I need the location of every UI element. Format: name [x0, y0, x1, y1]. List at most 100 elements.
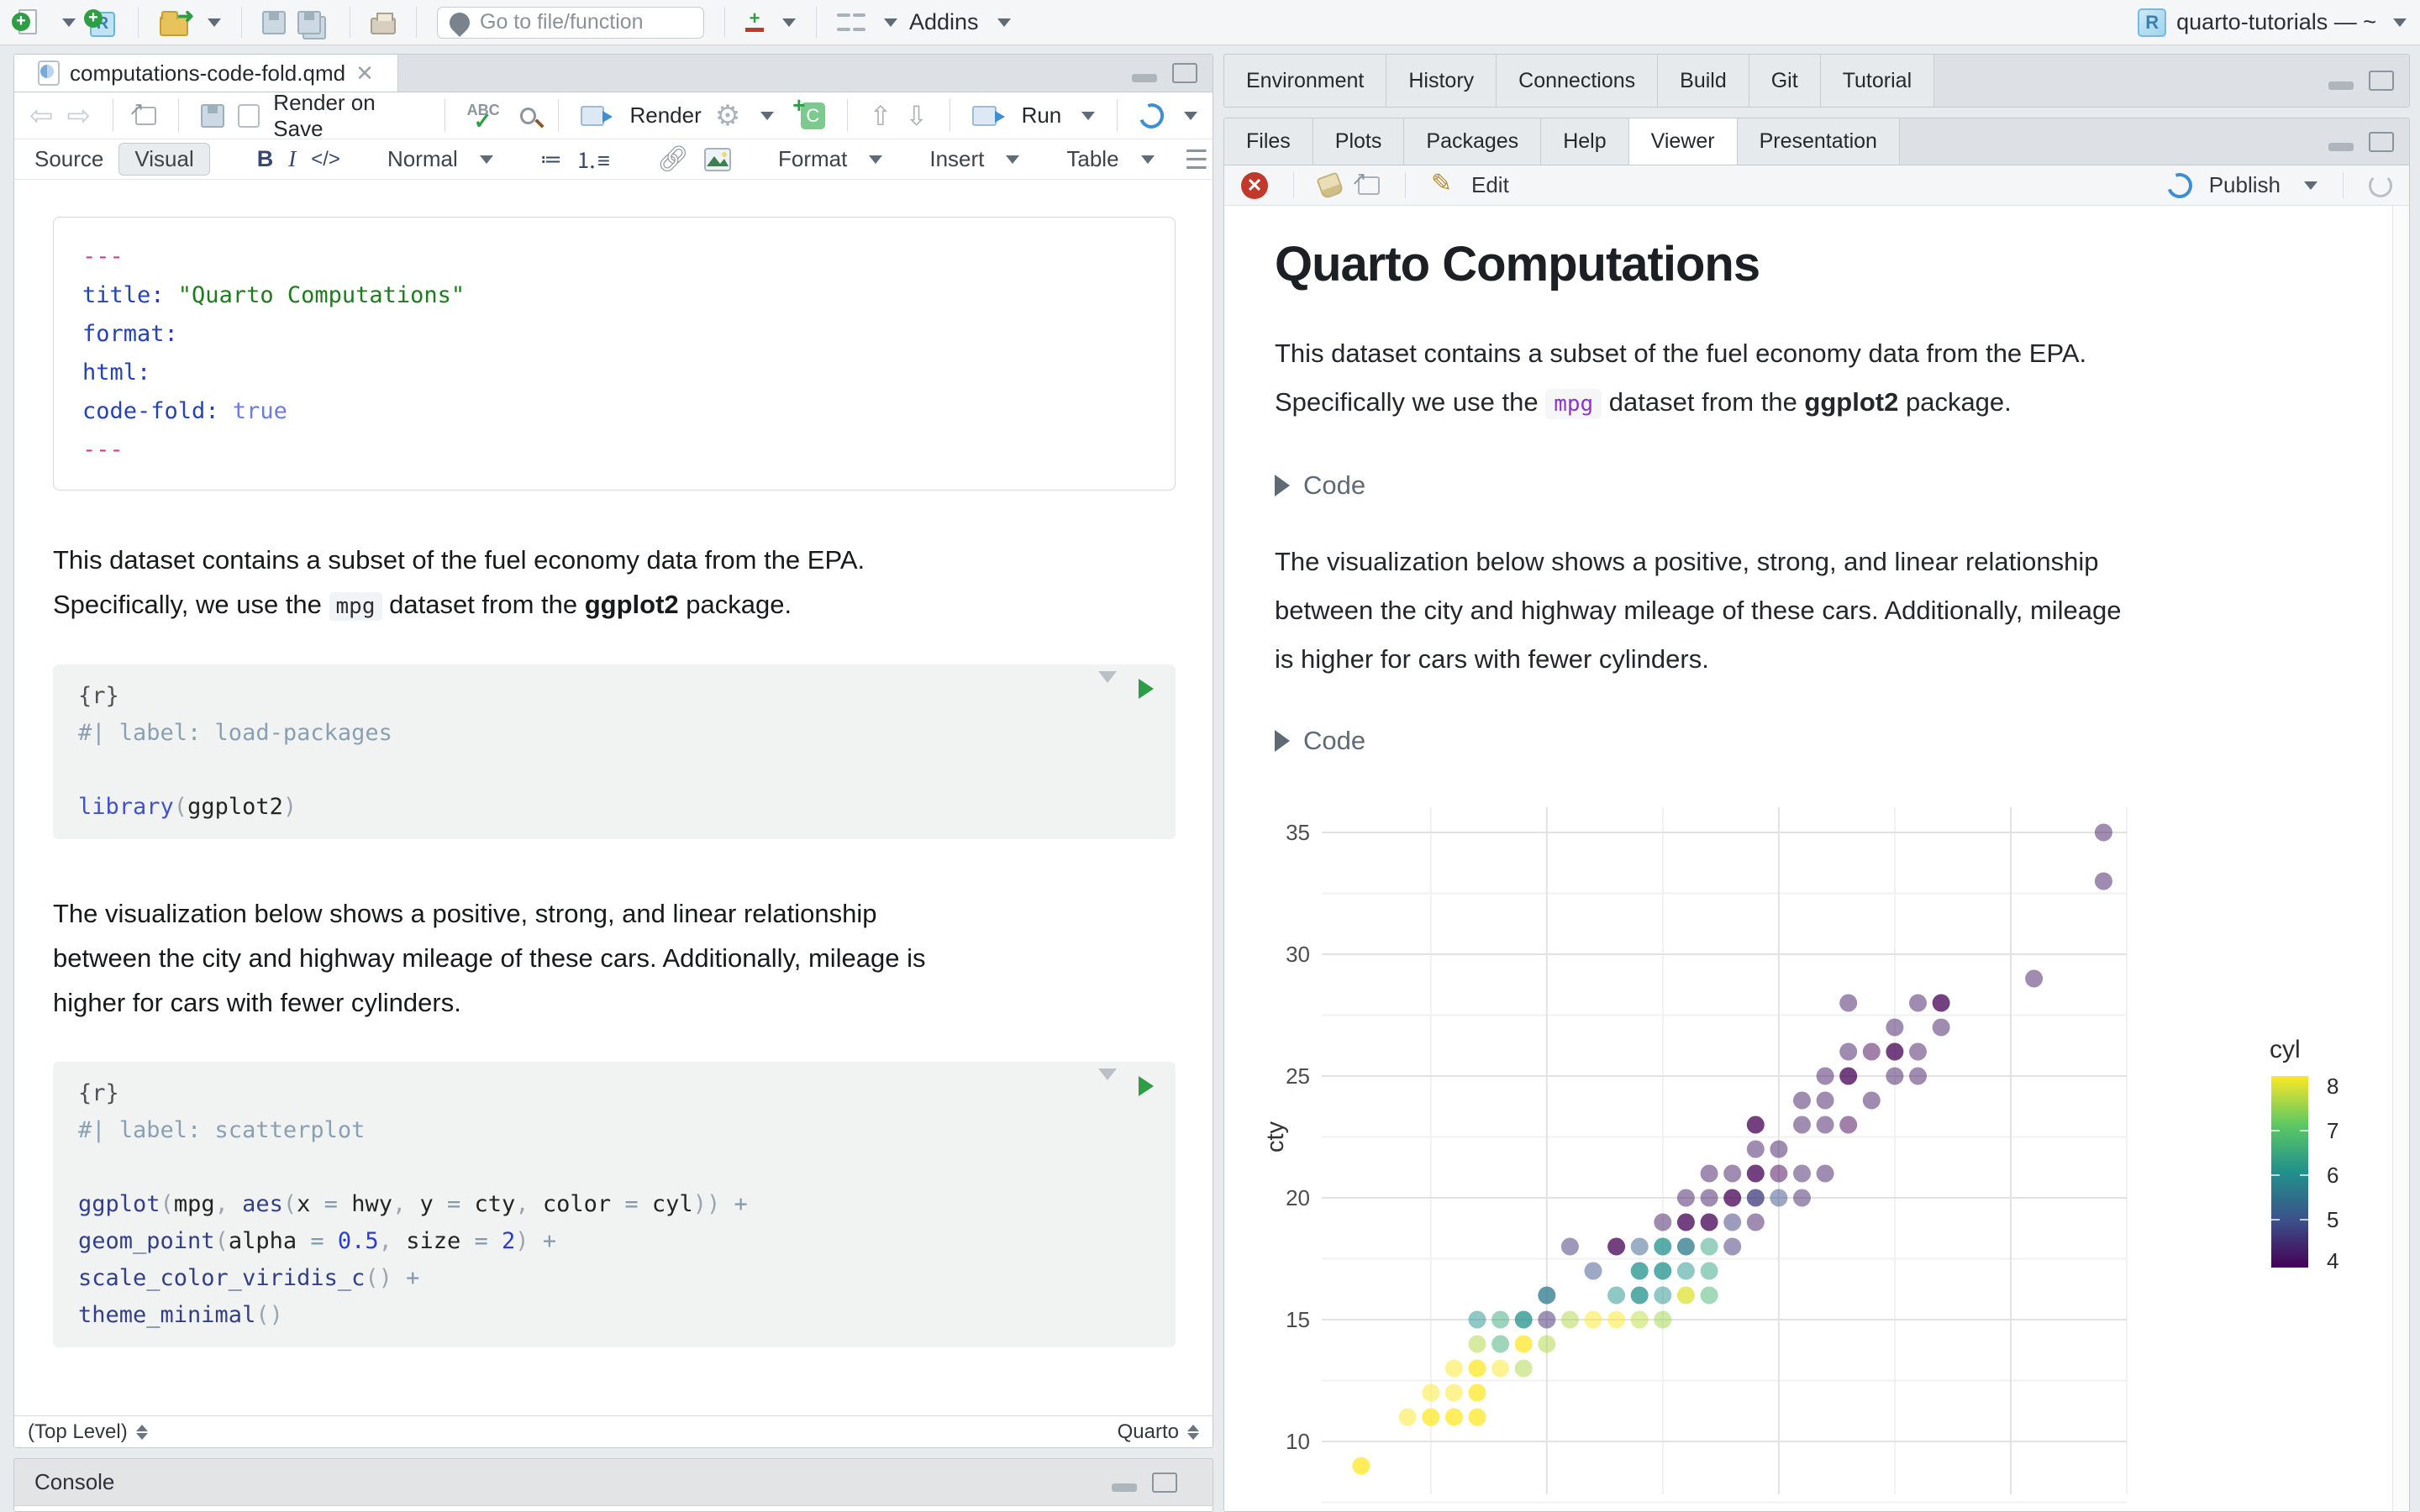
print-icon[interactable]	[371, 11, 396, 34]
render-on-save-checkbox[interactable]	[237, 103, 260, 128]
document-canvas[interactable]: --- title: "Quarto Computations" format: h…	[14, 180, 1213, 1415]
bullet-list-icon[interactable]: ≔	[540, 146, 562, 172]
console-header[interactable]: Console	[14, 1459, 1213, 1506]
new-file-icon[interactable]: +	[12, 8, 44, 38]
open-in-browser-icon[interactable]	[1351, 168, 1380, 195]
source-refresh-caret[interactable]	[1183, 111, 1197, 120]
tab-plots[interactable]: Plots	[1313, 118, 1405, 165]
run-chunks-above-icon[interactable]	[1098, 671, 1117, 709]
table-caret[interactable]	[1140, 155, 1155, 164]
minimize-pane-icon[interactable]	[2328, 142, 2354, 151]
open-file-icon[interactable]: ➜	[159, 5, 194, 38]
editor-tab[interactable]: computations-code-fold.qmd ✕	[14, 55, 398, 92]
popout-editor-icon[interactable]	[129, 98, 156, 125]
tab-git[interactable]: Git	[1749, 55, 1821, 107]
tab-presentation[interactable]: Presentation	[1737, 118, 1900, 165]
code-fold-1[interactable]: Code	[1275, 470, 2392, 501]
tab-history[interactable]: History	[1386, 55, 1497, 107]
goto-file-input[interactable]: Go to file/function	[437, 6, 704, 39]
code-chunk-scatterplot[interactable]: {r} #| label: scatterplot ggplot(mpg, aes…	[53, 1062, 1176, 1347]
outline-toggle-icon[interactable]: ☰	[1185, 144, 1209, 176]
addins-caret[interactable]	[997, 18, 1011, 27]
open-recent-dropdown-caret[interactable]	[208, 18, 221, 27]
tab-tutorial[interactable]: Tutorial	[1820, 55, 1935, 107]
run-caret[interactable]	[1081, 111, 1096, 120]
save-all-icon[interactable]	[297, 10, 321, 34]
paragraph-1[interactable]: This dataset contains a subset of the fu…	[53, 538, 1179, 629]
spellcheck-icon[interactable]: ABC	[467, 102, 507, 134]
code-chunk-load-packages[interactable]: {r} #| label: load-packages library(ggplo…	[53, 664, 1176, 839]
insert-chunk-icon[interactable]: C	[792, 92, 825, 129]
link-icon[interactable]: 🔗︎	[657, 144, 689, 174]
viewer-scrollbar[interactable]	[2392, 206, 2409, 1511]
source-mode-button[interactable]: Source	[34, 146, 103, 172]
tab-files[interactable]: Files	[1224, 118, 1313, 165]
tab-packages[interactable]: Packages	[1404, 118, 1542, 165]
insert-caret[interactable]	[1006, 155, 1020, 164]
run-next-icon[interactable]: ⇩	[905, 100, 928, 132]
table-menu[interactable]: Table	[1066, 146, 1118, 172]
back-icon[interactable]: ⇦	[29, 99, 54, 133]
save-doc-icon[interactable]	[200, 103, 224, 128]
stop-icon[interactable]: ✕	[1241, 171, 1268, 199]
vcs-dropdown-caret[interactable]	[782, 18, 796, 27]
maximize-console-icon[interactable]	[1152, 1472, 1177, 1493]
new-file-dropdown-caret[interactable]	[62, 18, 76, 27]
tab-connections[interactable]: Connections	[1497, 55, 1659, 107]
new-project-icon[interactable]: R +	[84, 8, 118, 38]
visual-mode-button[interactable]: Visual	[118, 143, 210, 176]
tab-build[interactable]: Build	[1658, 55, 1749, 107]
tab-help[interactable]: Help	[1541, 118, 1629, 165]
project-menu[interactable]: R quarto-tutorials — ~	[2138, 8, 2407, 37]
code-fold-2[interactable]: Code	[1275, 726, 2392, 756]
run-chunks-above-icon[interactable]	[1098, 1068, 1117, 1106]
clear-viewer-icon[interactable]	[1316, 171, 1344, 200]
close-tab-icon[interactable]: ✕	[355, 60, 374, 87]
paragraph-style-select[interactable]: Normal	[387, 146, 458, 172]
minimize-console-icon[interactable]	[1112, 1483, 1137, 1492]
paragraph-2[interactable]: The visualization below shows a positive…	[53, 891, 1179, 1025]
insert-menu[interactable]: Insert	[929, 146, 984, 172]
render-options-caret[interactable]	[760, 111, 775, 120]
pane-layout-caret[interactable]	[884, 18, 897, 27]
save-icon[interactable]	[262, 10, 286, 34]
bold-icon[interactable]: B	[257, 146, 274, 172]
edit-icon[interactable]	[1431, 169, 1455, 198]
source-refresh-icon[interactable]	[1135, 98, 1168, 133]
refresh-viewer-icon[interactable]	[2369, 173, 2392, 197]
publish-caret[interactable]	[2304, 181, 2317, 190]
data-point	[1491, 1335, 1510, 1353]
italic-icon[interactable]: I	[288, 146, 296, 172]
data-point	[1839, 1067, 1858, 1085]
paragraph-style-caret[interactable]	[479, 155, 493, 164]
vcs-diff-icon[interactable]: +	[745, 9, 764, 32]
tab-viewer[interactable]: Viewer	[1628, 118, 1738, 165]
data-point	[1909, 994, 1927, 1012]
run-previous-icon[interactable]: ⇧	[869, 100, 892, 132]
scope-indicator[interactable]: (Top Level)	[28, 1420, 128, 1444]
code-format-icon[interactable]: </>	[311, 148, 340, 171]
render-button[interactable]: Render	[629, 102, 701, 129]
run-chunk-icon[interactable]	[1139, 1076, 1154, 1096]
minimize-pane-icon[interactable]	[2328, 81, 2354, 90]
maximize-pane-icon[interactable]	[2369, 131, 2394, 152]
maximize-pane-icon[interactable]	[2369, 71, 2394, 91]
maximize-pane-icon[interactable]	[1172, 63, 1197, 83]
yaml-front-matter[interactable]: --- title: "Quarto Computations" format: h…	[53, 217, 1176, 491]
format-menu[interactable]: Format	[778, 146, 847, 172]
tab-environment[interactable]: Environment	[1224, 55, 1387, 107]
image-icon[interactable]	[704, 147, 732, 171]
pane-layout-icon[interactable]	[837, 10, 865, 35]
run-chunk-icon[interactable]	[1139, 679, 1154, 699]
minimize-pane-icon[interactable]	[1132, 74, 1157, 82]
forward-icon[interactable]: ⇨	[67, 99, 92, 133]
find-replace-icon[interactable]	[519, 107, 536, 124]
addins-button[interactable]: Addins	[909, 9, 979, 35]
publish-button[interactable]: Publish	[2209, 172, 2281, 198]
render-options-gear-icon[interactable]: ⚙	[715, 99, 740, 133]
edit-button[interactable]: Edit	[1471, 172, 1509, 198]
format-caret[interactable]	[869, 155, 883, 164]
numbered-list-icon[interactable]: ⒈≡	[576, 144, 610, 175]
filetype-indicator[interactable]: Quarto	[1118, 1420, 1179, 1444]
run-button[interactable]: Run	[1022, 102, 1062, 129]
